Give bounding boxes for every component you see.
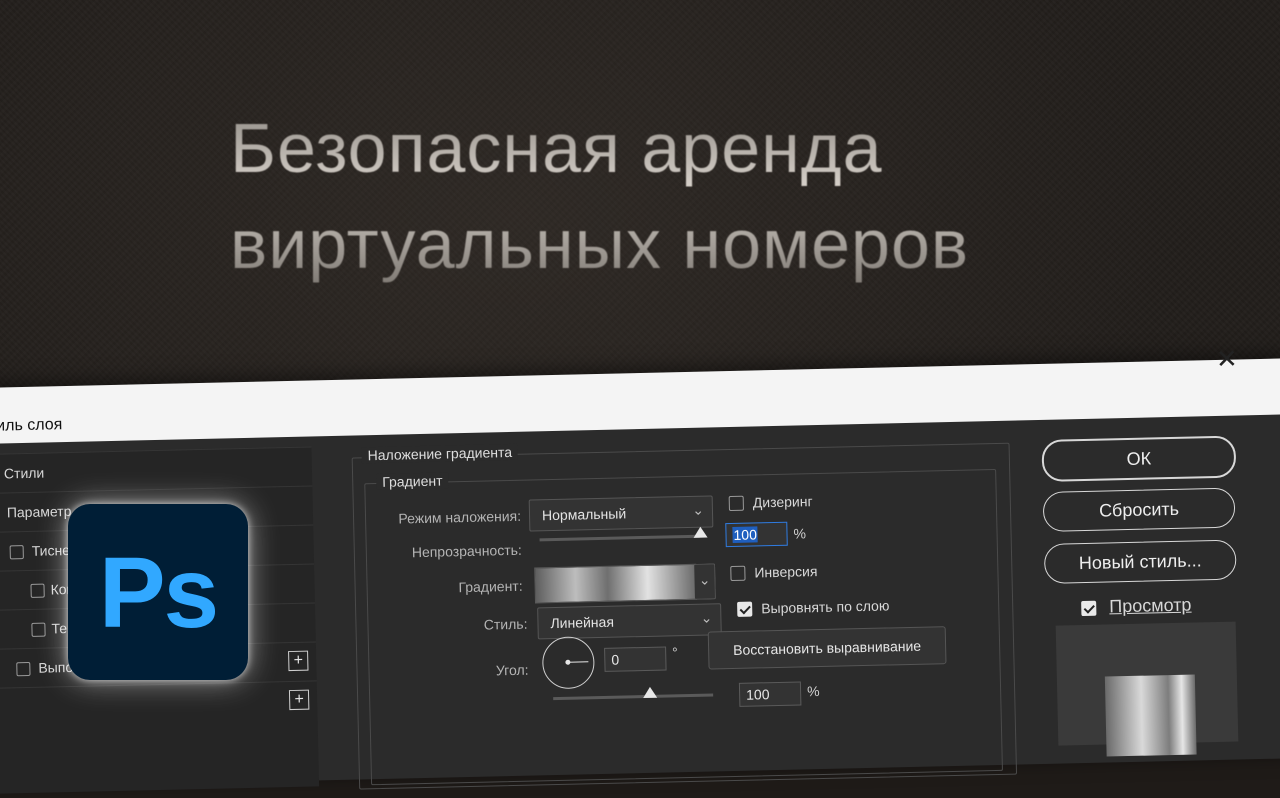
- checkbox[interactable]: [730, 565, 746, 582]
- list-item-label: Параметр: [6, 502, 72, 521]
- chevron-down-icon: ⌄: [692, 501, 705, 518]
- checkbox[interactable]: [728, 495, 744, 512]
- close-icon[interactable]: ✕: [1216, 343, 1238, 374]
- group-title: Градиент: [376, 472, 449, 491]
- preview-swatch: [1104, 674, 1197, 757]
- dither-label: Дизеринг: [752, 493, 813, 511]
- scale-unit: %: [806, 683, 820, 700]
- dialog-title: тиль слоя: [0, 416, 63, 435]
- opacity-unit: %: [793, 525, 807, 542]
- checkbox[interactable]: [30, 583, 45, 598]
- add-icon[interactable]: +: [288, 689, 310, 711]
- gradient-picker-dropdown[interactable]: ⌄: [694, 563, 716, 600]
- scale-value: 100: [745, 686, 770, 703]
- opacity-slider-thumb[interactable]: [693, 526, 708, 538]
- preview-label: Просмотр: [1109, 594, 1192, 617]
- list-item-label: Стили: [3, 464, 45, 482]
- blend-mode-value: Нормальный: [541, 505, 627, 524]
- angle-center: [565, 659, 571, 665]
- photoshop-logo-text: Ps: [98, 537, 219, 649]
- reverse-label: Инверсия: [754, 563, 818, 581]
- checkbox[interactable]: [1081, 600, 1097, 617]
- headline-line-1: Безопасная аренда: [230, 109, 883, 187]
- headline: Безопасная аренда виртуальных номеров: [230, 100, 1130, 292]
- ok-button[interactable]: ОК: [1041, 435, 1237, 482]
- style-value: Линейная: [550, 613, 615, 632]
- scale-input[interactable]: 100: [738, 681, 802, 707]
- gradient-overlay-panel: Наложение градиента Градиент Режим налож…: [341, 424, 1029, 790]
- angle-value: 0: [611, 651, 620, 668]
- headline-line-2: виртуальных номеров: [230, 205, 970, 283]
- list-item-label: Тисне: [31, 542, 71, 559]
- checkbox[interactable]: [16, 661, 31, 677]
- add-icon[interactable]: +: [288, 650, 309, 672]
- checkbox[interactable]: [31, 622, 46, 637]
- style-label: Стиль:: [483, 615, 528, 633]
- style-preview: [1055, 621, 1239, 757]
- opacity-value: 100: [732, 526, 759, 543]
- angle-indicator: [568, 661, 589, 663]
- chevron-down-icon: ⌄: [700, 609, 713, 626]
- gradient-label: Градиент:: [458, 577, 523, 596]
- gradient-swatch[interactable]: [534, 563, 697, 604]
- opacity-input[interactable]: 100: [725, 521, 788, 548]
- angle-unit: °: [671, 644, 678, 661]
- reset-button[interactable]: Сбросить: [1042, 487, 1236, 532]
- style-select[interactable]: Линейная ⌄: [537, 603, 722, 640]
- reset-alignment-button[interactable]: Восстановить выравнивание: [707, 626, 947, 670]
- blend-mode-select[interactable]: Нормальный ⌄: [528, 495, 714, 532]
- checkbox[interactable]: [9, 545, 24, 560]
- photoshop-logo: Ps: [68, 504, 248, 680]
- angle-input[interactable]: 0: [604, 646, 667, 672]
- blend-mode-label: Режим наложения:: [398, 507, 522, 527]
- checkbox[interactable]: [737, 601, 753, 617]
- chevron-down-icon: ⌄: [698, 571, 711, 588]
- dialog-actions: ОК Сбросить Новый стиль... Просмотр: [1041, 395, 1249, 759]
- scale-slider-thumb[interactable]: [642, 686, 658, 699]
- new-style-button[interactable]: Новый стиль...: [1043, 539, 1237, 584]
- opacity-label: Непрозрачность:: [411, 541, 522, 561]
- align-with-layer-label: Выровнять по слою: [761, 597, 890, 617]
- angle-label: Угол:: [495, 661, 529, 679]
